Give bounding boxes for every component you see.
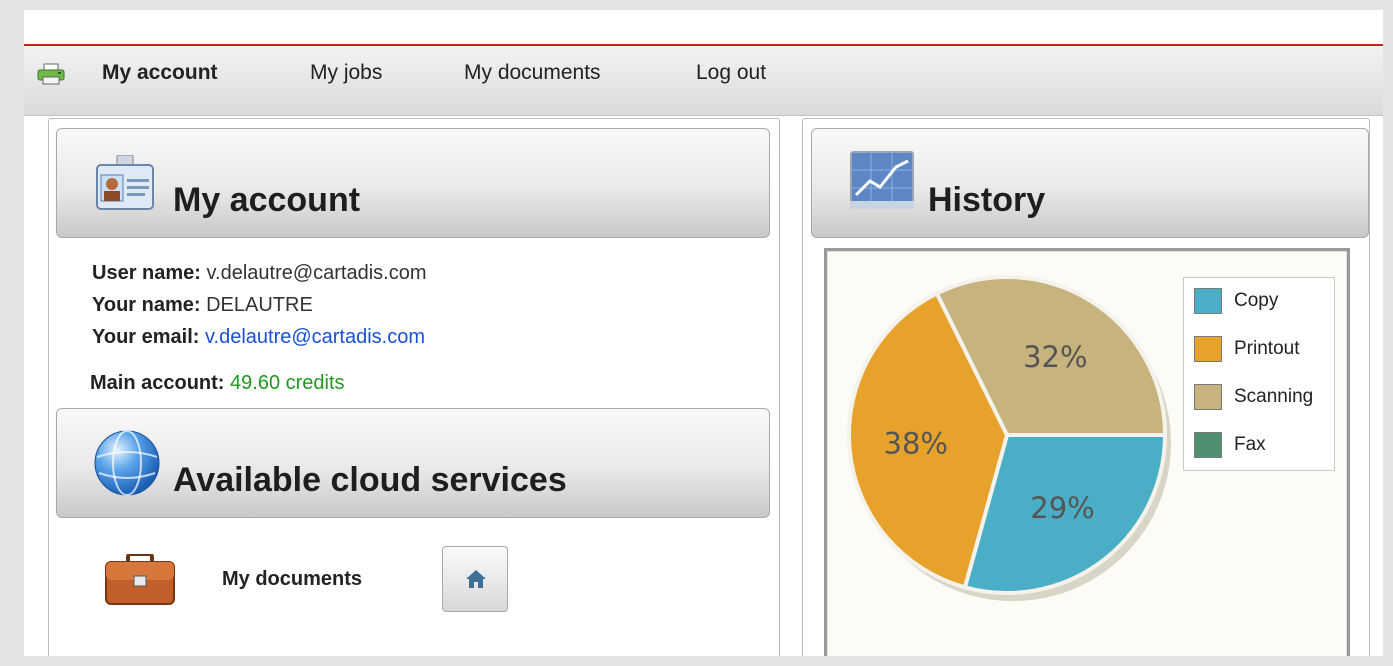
- legend-swatch-copy: [1194, 288, 1222, 314]
- nav-my-documents[interactable]: My documents: [464, 61, 601, 85]
- pie-label-copy: 29%: [1030, 491, 1094, 525]
- line-chart-icon: [850, 151, 914, 209]
- my-account-panel-header: My account: [56, 128, 770, 238]
- cloud-services-title: Available cloud services: [173, 461, 567, 499]
- nav-my-jobs[interactable]: My jobs: [310, 61, 382, 85]
- credits-value: 49.60: [230, 372, 281, 394]
- credits-unit: credits: [285, 372, 345, 394]
- printer-icon[interactable]: [36, 62, 66, 86]
- chart-legend: Copy Printout Scanning Fax: [1183, 277, 1335, 471]
- cloud-services-panel-header: Available cloud services: [56, 408, 770, 518]
- main-account-label: Main account:: [90, 372, 225, 394]
- legend-item-printout: Printout: [1194, 336, 1334, 364]
- user-name-value: v.delautre@cartadis.com: [206, 262, 427, 284]
- history-title: History: [928, 181, 1046, 219]
- service-my-documents-label[interactable]: My documents: [222, 568, 362, 591]
- history-panel-header: History: [811, 128, 1369, 238]
- legend-swatch-fax: [1194, 432, 1222, 458]
- home-button[interactable]: [442, 546, 508, 612]
- your-name-value: DELAUTRE: [206, 294, 313, 316]
- email-link[interactable]: v.delautre@cartadis.com: [205, 326, 425, 348]
- page: My account My jobs My documents Log out …: [24, 10, 1383, 656]
- history-chart: 29% 38% 32% Copy Printout Scanning Fax: [824, 248, 1350, 656]
- legend-item-scanning: Scanning: [1194, 384, 1334, 412]
- briefcase-icon[interactable]: [104, 554, 176, 606]
- email-row: Your email: v.delautre@cartadis.com: [92, 326, 425, 349]
- pie-label-printout: 38%: [884, 427, 948, 461]
- id-card-icon: [96, 155, 154, 210]
- legend-label-scanning: Scanning: [1234, 386, 1314, 407]
- legend-swatch-printout: [1194, 336, 1222, 362]
- home-icon: [466, 570, 486, 588]
- legend-swatch-scanning: [1194, 384, 1222, 410]
- globe-icon: [94, 430, 160, 496]
- nav-my-account[interactable]: My account: [102, 61, 218, 85]
- legend-label-printout: Printout: [1234, 338, 1300, 359]
- legend-label-fax: Fax: [1234, 434, 1266, 455]
- user-name-row: User name: v.delautre@cartadis.com: [92, 262, 427, 285]
- legend-label-copy: Copy: [1234, 290, 1279, 311]
- user-name-label: User name:: [92, 262, 201, 284]
- legend-item-fax: Fax: [1194, 432, 1334, 460]
- your-name-row: Your name: DELAUTRE: [92, 294, 313, 317]
- legend-item-copy: Copy: [1194, 288, 1334, 316]
- your-name-label: Your name:: [92, 294, 201, 316]
- my-account-title: My account: [173, 181, 361, 219]
- top-navbar: My account My jobs My documents Log out: [24, 46, 1383, 116]
- nav-log-out[interactable]: Log out: [696, 61, 766, 85]
- pie-label-scanning: 32%: [1023, 340, 1087, 374]
- email-label: Your email:: [92, 326, 200, 348]
- main-account-row: Main account: 49.60 credits: [90, 372, 345, 395]
